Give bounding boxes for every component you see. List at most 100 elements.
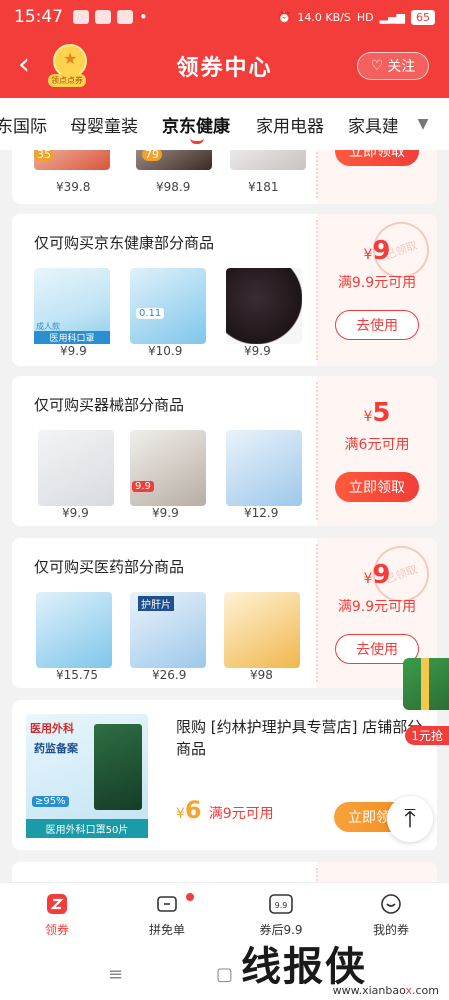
product-price: ¥15.75 [56, 668, 98, 682]
product-price: ¥9.9 [62, 506, 89, 520]
active-tab-indicator [190, 138, 204, 144]
product-price: ¥9.9 [152, 506, 179, 520]
coupon-amount: ¥9 [317, 236, 437, 266]
wechat-icon [73, 10, 89, 24]
arrow-up-icon: ⤒ [404, 803, 416, 834]
amount-value: 9 [372, 560, 391, 590]
signal-icon: ▂▄▆ [379, 10, 405, 24]
coupon-list[interactable]: 35 79 ¥39.8 ¥98.9 ¥181 立即领取 已领取 仅可购买京东健康… [0, 150, 449, 882]
claim-button[interactable]: 立即领取 [335, 472, 419, 502]
product-image[interactable] [36, 592, 112, 668]
tab-label: 我的券 [372, 923, 409, 937]
currency-symbol: ¥ [176, 806, 185, 822]
store-coupon-title: 限购 [约林护理护具专营店] 店铺部分商品 [176, 718, 423, 758]
net-speed: 14.0 KB/S [297, 10, 351, 24]
tab-category[interactable]: 母婴童装 [70, 112, 138, 137]
dot-icon: • [139, 8, 148, 26]
smile-icon [378, 891, 404, 917]
product-price: ¥98 [250, 668, 273, 682]
tab-category[interactable]: 家具建 [348, 112, 399, 137]
product-image[interactable] [38, 430, 114, 506]
store-product-image[interactable]: 医用外科 药监备案 ≥95% 医用外科口罩50片 [26, 714, 148, 838]
product-tag: 成人款 [36, 322, 60, 331]
coupon-card: 仅可购买器械部分商品 9.9 ¥9.9 ¥9.9 ¥12.9 ¥5 满6元可用 … [12, 376, 437, 526]
product-image[interactable]: 79 [136, 150, 212, 170]
coupon-condition: 满6元可用 [344, 437, 410, 453]
product-image[interactable] [230, 150, 306, 170]
menu-icon[interactable]: ≡ [108, 964, 123, 985]
app-icon [117, 10, 133, 24]
product-image[interactable]: 35 [34, 150, 110, 170]
system-icons: ⏰ 14.0 KB/S HD ▂▄▆ 65 [277, 9, 435, 25]
product-image[interactable]: 9.9 [130, 430, 206, 506]
notification-dot [186, 893, 194, 901]
coupon-title: 仅可购买器械部分商品 [34, 396, 185, 414]
image-subtitle: 药监备案 [34, 742, 78, 755]
product-price: ¥9.9 [60, 344, 87, 358]
product-box [94, 724, 142, 810]
product-label: 护肝片 [138, 596, 174, 611]
tab-my-coupons[interactable]: 我的券 [356, 891, 426, 938]
category-tabs: 东国际 母婴童装 京东健康 家用电器 家具建 ▼ [0, 98, 449, 150]
price-badge: 79 [142, 150, 162, 161]
price-tag-icon: 9.9 [268, 891, 294, 917]
image-title: 医用外科 [30, 722, 74, 735]
coupon-card: 已领取 仅可购买医药部分商品 护肝片 ¥15.75 ¥26.9 ¥98 ¥9 满… [12, 538, 437, 688]
price-badge: 35 [34, 150, 54, 161]
product-label: 0.11 [136, 308, 165, 319]
coupon-card [12, 862, 437, 882]
coupon-amount: ¥5 [317, 398, 437, 428]
product-price: ¥12.9 [244, 506, 279, 520]
coupon-condition: 满9元可用 [208, 806, 274, 822]
image-percent: ≥95% [32, 796, 69, 807]
coupon-side [316, 862, 437, 882]
home-icon[interactable]: ▢ [216, 964, 233, 985]
product-label: 9.9 [132, 481, 154, 492]
chevron-down-icon[interactable]: ▼ [397, 98, 449, 150]
coupon-title: 仅可购买京东健康部分商品 [34, 234, 215, 252]
store-coupon-card: 医用外科 药监备案 ≥95% 医用外科口罩50片 限购 [约林护理护具专营店] … [12, 700, 437, 850]
app-icon [95, 10, 111, 24]
back-to-top-button[interactable]: ⤒ [387, 796, 433, 842]
tab-label: 领券 [44, 923, 69, 937]
product-price: ¥10.9 [148, 344, 183, 358]
coupon-card: 35 79 ¥39.8 ¥98.9 ¥181 立即领取 [12, 150, 437, 204]
product-image[interactable]: 护肝片 [130, 592, 206, 668]
product-image[interactable] [226, 430, 302, 506]
gift-promo[interactable]: 1元抢 [403, 658, 449, 745]
coupon-card: 已领取 仅可购买京东健康部分商品 医用科口罩 成人款 0.11 ¥9.9 ¥10… [12, 214, 437, 366]
tab-category[interactable]: 东国际 [0, 112, 47, 137]
watermark: 线报侠 www.xianbaox.com [241, 946, 441, 1000]
heart-icon: ♡ [370, 58, 384, 74]
product-price: ¥26.9 [152, 668, 187, 682]
coupon-icon [44, 891, 70, 917]
coupon-condition: 满9.9元可用 [337, 599, 417, 615]
battery-icon: 65 [411, 9, 435, 25]
product-image[interactable] [224, 592, 300, 668]
image-footer: 医用外科口罩50片 [26, 819, 148, 838]
tab-label: 券后9.9 [259, 923, 303, 937]
product-price: ¥39.8 [56, 180, 91, 194]
header: ‹ 领点点券 领券中心 ♡ 关注 [0, 34, 449, 98]
product-image[interactable]: 0.11 [130, 268, 206, 344]
tab-coupons[interactable]: 领券 [22, 891, 92, 938]
product-image[interactable]: 医用科口罩 成人款 [34, 268, 110, 344]
tab-category[interactable]: 家用电器 [256, 112, 324, 137]
follow-button[interactable]: ♡ 关注 [357, 52, 429, 80]
svg-text:9.9: 9.9 [275, 901, 288, 910]
tab-category-active[interactable]: 京东健康 [162, 112, 230, 137]
claim-button[interactable]: 立即领取 [335, 150, 419, 166]
coupon-title: 仅可购买医药部分商品 [34, 558, 185, 576]
product-price: ¥98.9 [156, 180, 191, 194]
use-button[interactable]: 去使用 [335, 310, 419, 340]
tab-label: 拼免单 [148, 923, 185, 937]
tab-after-coupon[interactable]: 9.9 券后9.9 [246, 891, 316, 938]
clock: 15:47 [14, 7, 63, 27]
gift-box-icon [403, 658, 449, 710]
product-price: ¥9.9 [244, 344, 271, 358]
alarm-icon: ⏰ [277, 10, 292, 24]
product-price: ¥181 [248, 180, 279, 194]
amount-value: 5 [372, 398, 391, 428]
ticket-icon [154, 891, 180, 917]
product-image[interactable] [226, 268, 302, 344]
